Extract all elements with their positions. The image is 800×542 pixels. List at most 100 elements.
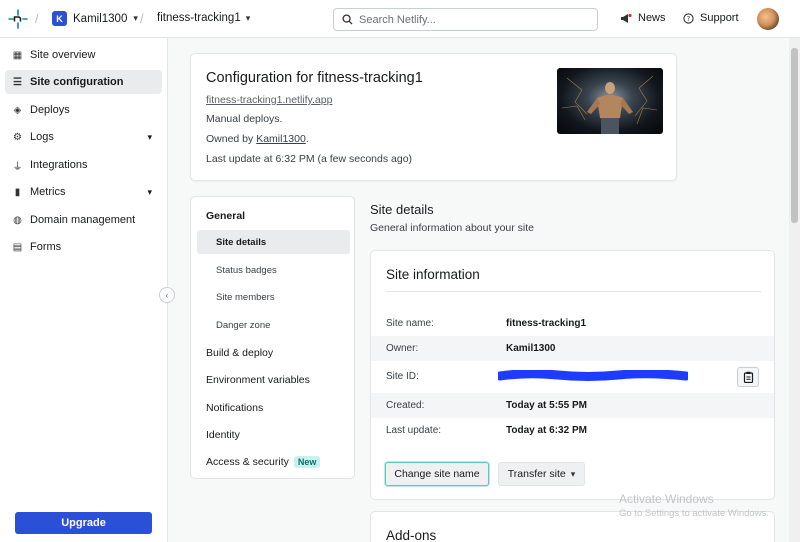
chevron-left-icon: ‹ — [165, 290, 169, 300]
row-value: fitness-tracking1 — [506, 318, 587, 329]
bar-chart-icon: ▮ — [14, 186, 21, 198]
sidebar-item-label: Deploys — [30, 104, 70, 116]
row-label: Created: — [386, 400, 425, 411]
sidebar-item-site-configuration[interactable]: ☰ Site configuration — [5, 70, 162, 94]
team-name: Kamil1300 — [73, 12, 128, 25]
card-title: Site information — [386, 267, 480, 282]
owner-link[interactable]: Kamil1300 — [256, 133, 306, 145]
site-config-card: Configuration for fitness-tracking1 fitn… — [190, 53, 677, 181]
config-title: Configuration for fitness-tracking1 — [206, 70, 423, 86]
sidebar-item-domain-management[interactable]: ◍ Domain management — [5, 208, 162, 232]
search-box[interactable] — [333, 8, 598, 31]
sidebar-item-label: Metrics — [30, 186, 66, 198]
support-button[interactable]: ? Support — [683, 12, 739, 24]
sidebar: ▦ Site overview ☰ Site configuration ◈ D… — [0, 38, 168, 542]
site-url-link[interactable]: fitness-tracking1.netlify.app — [206, 94, 332, 106]
windows-watermark-subtitle: Go to Settings to activate Windows. — [619, 508, 769, 519]
owned-by-prefix: Owned by — [206, 133, 257, 145]
settings-nav: General Site details Status badges Site … — [190, 196, 355, 479]
support-label: Support — [700, 12, 739, 24]
sidebar-item-label: Logs — [30, 131, 54, 143]
redaction-scribble — [498, 370, 688, 381]
search-input[interactable] — [359, 13, 579, 26]
change-site-name-button[interactable]: Change site name — [385, 462, 489, 486]
chevron-down-icon: ▾ — [570, 468, 576, 479]
row-label: Site name: — [386, 318, 434, 329]
site-switcher[interactable]: fitness-tracking1 ▾ — [157, 12, 250, 24]
chevron-down-icon: ▾ — [147, 131, 152, 142]
new-badge: New — [293, 456, 321, 468]
site-information-card: Site information Site name: fitness-trac… — [370, 250, 775, 500]
sidebar-item-integrations[interactable]: ⏚ Integrations — [5, 153, 162, 177]
svg-text:?: ? — [687, 14, 691, 22]
layers-icon: ◈ — [13, 104, 22, 116]
row-label: Site ID: — [386, 371, 419, 382]
breadcrumb-separator: / — [35, 11, 39, 26]
chevron-down-icon: ▾ — [133, 13, 138, 23]
grid-icon: ▦ — [12, 49, 23, 61]
news-label: News — [638, 12, 666, 24]
divider — [386, 291, 761, 292]
row-value: Kamil1300 — [506, 343, 556, 354]
team-switcher[interactable]: K Kamil1300 ▾ — [52, 11, 138, 26]
settings-nav-general[interactable]: General — [206, 210, 245, 222]
info-row-created: Created: Today at 5:55 PM — [371, 393, 774, 418]
settings-nav-site-details[interactable]: Site details — [197, 230, 350, 254]
page-scrollbar[interactable] — [789, 38, 800, 542]
gear-icon: ⚙ — [13, 131, 22, 143]
sidebar-item-label: Forms — [30, 241, 62, 253]
settings-nav-env-vars[interactable]: Environment variables — [206, 374, 310, 386]
settings-nav-build-deploy[interactable]: Build & deploy — [206, 347, 273, 359]
sidebar-item-logs[interactable]: ⚙ Logs ▾ — [5, 125, 162, 149]
scrollbar-thumb[interactable] — [791, 48, 798, 223]
row-value: Today at 6:32 PM — [506, 425, 587, 436]
deploy-mode: Manual deploys. — [206, 113, 283, 125]
settings-nav-notifications[interactable]: Notifications — [206, 402, 263, 414]
plug-icon: ⏚ — [12, 161, 23, 173]
windows-watermark-title: Activate Windows — [619, 492, 714, 506]
search-icon — [342, 14, 353, 25]
card-title: Add-ons — [386, 528, 437, 542]
netlify-logo-icon[interactable] — [8, 9, 28, 29]
site-preview-thumbnail[interactable] — [557, 68, 663, 134]
sidebar-item-label: Site overview — [30, 49, 96, 61]
transfer-site-button[interactable]: Transfer site ▾ — [498, 462, 585, 486]
clipboard-icon — [743, 371, 753, 383]
site-name: fitness-tracking1 — [157, 12, 241, 24]
form-icon: ▤ — [12, 241, 23, 253]
sidebar-item-label: Integrations — [30, 159, 88, 171]
top-bar: / K Kamil1300 ▾ / fitness-tracking1 ▾ Ne… — [0, 0, 800, 38]
chevron-down-icon: ▾ — [147, 186, 152, 197]
settings-nav-status-badges[interactable]: Status badges — [197, 258, 350, 282]
info-row-site-name: Site name: fitness-tracking1 — [371, 311, 774, 336]
sidebar-item-deploys[interactable]: ◈ Deploys — [5, 98, 162, 122]
upgrade-button[interactable]: Upgrade — [15, 512, 152, 534]
transfer-site-label: Transfer site — [507, 468, 566, 480]
settings-nav-identity[interactable]: Identity — [206, 429, 240, 441]
copy-site-id-button[interactable] — [737, 367, 759, 387]
sidebar-item-metrics[interactable]: ▮ Metrics ▾ — [5, 180, 162, 204]
breadcrumb-separator: / — [140, 11, 144, 26]
section-subtitle: General information about your site — [370, 222, 535, 234]
settings-nav-access-security[interactable]: Access & security New — [206, 456, 321, 468]
settings-nav-danger-zone[interactable]: Danger zone — [197, 313, 350, 337]
owned-by: Owned by Kamil1300. — [206, 133, 309, 145]
section-title: Site details — [370, 202, 434, 217]
chevron-down-icon: ▾ — [245, 12, 251, 23]
sidebar-item-site-overview[interactable]: ▦ Site overview — [5, 43, 162, 67]
sidebar-item-forms[interactable]: ▤ Forms — [5, 235, 162, 259]
megaphone-icon — [621, 13, 632, 23]
access-security-label: Access & security — [206, 456, 289, 468]
row-label: Owner: — [386, 343, 419, 354]
sidebar-item-label: Site configuration — [30, 76, 124, 88]
settings-nav-site-members[interactable]: Site members — [197, 285, 350, 309]
row-label: Last update: — [386, 425, 442, 436]
news-button[interactable]: News — [620, 12, 666, 24]
sidebar-item-label: Domain management — [30, 214, 136, 226]
row-value: Today at 5:55 PM — [506, 400, 587, 411]
collapse-sidebar-button[interactable]: ‹ — [159, 287, 175, 303]
info-row-owner: Owner: Kamil1300 — [371, 336, 774, 361]
sliders-icon: ☰ — [13, 76, 22, 88]
user-avatar[interactable] — [757, 8, 779, 30]
globe-icon: ◍ — [13, 214, 22, 226]
